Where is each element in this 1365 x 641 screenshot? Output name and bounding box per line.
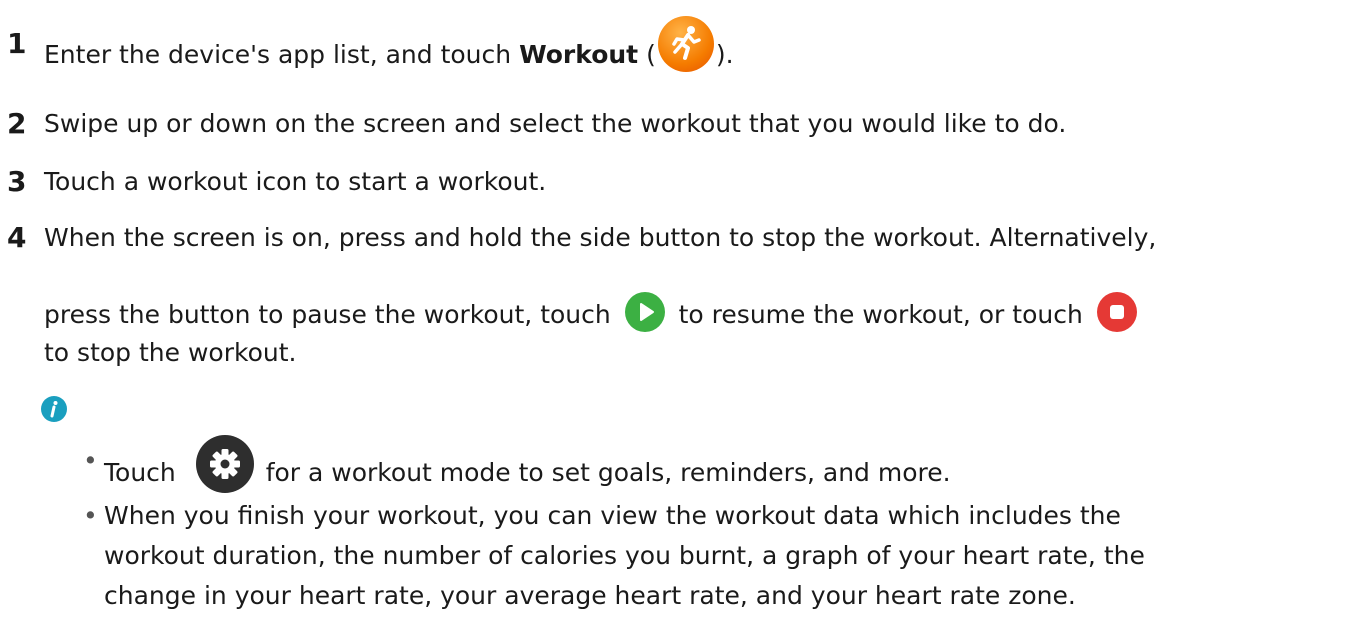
play-icon bbox=[624, 292, 665, 332]
step-number: 4 bbox=[7, 221, 27, 254]
step-number: 2 bbox=[7, 107, 27, 140]
step-text: Enter the device's app list, and touch W… bbox=[44, 16, 734, 84]
step-number: 3 bbox=[7, 165, 27, 198]
note-bullet-1: • Touch for a workout mode to set goals,… bbox=[83, 435, 951, 503]
step-text: Touch a workout icon to start a workout. bbox=[44, 167, 547, 196]
step-text-line-3: to stop the workout. bbox=[44, 338, 297, 367]
note-bullet-2-line-1: When you finish your workout, you can vi… bbox=[104, 501, 1121, 530]
workout-app-name: Workout bbox=[519, 40, 639, 69]
note-bullet-2: • When you finish your workout, you can … bbox=[83, 500, 1121, 532]
step-text-line-2: press the button to pause the workout, t… bbox=[44, 292, 1137, 336]
step-4-text-b: to resume the workout, or touch bbox=[670, 300, 1091, 329]
note-bullet-2-line-3-text: change in your heart rate, your average … bbox=[104, 581, 1076, 610]
running-person-icon bbox=[657, 16, 714, 72]
step-4-text-a: press the button to pause the workout, t… bbox=[44, 300, 619, 329]
note-bullet-2-line-3: change in your heart rate, your average … bbox=[104, 580, 1076, 612]
step-text: Swipe up or down on the screen and selec… bbox=[44, 109, 1067, 138]
step-number: 1 bbox=[7, 27, 27, 60]
step-1-paren-close: ). bbox=[715, 40, 734, 69]
step-1-text-before: Enter the device's app list, and touch bbox=[44, 40, 520, 69]
note-bullet-2-line-2-text: workout duration, the number of calories… bbox=[104, 541, 1145, 570]
step-text-line-1: When the screen is on, press and hold th… bbox=[44, 223, 1157, 252]
note-bullet-1-text-b: for a workout mode to set goals, reminde… bbox=[265, 458, 951, 487]
note-bullet-2-line-2: workout duration, the number of calories… bbox=[104, 540, 1145, 572]
step-1-paren-open: ( bbox=[638, 40, 656, 69]
stop-icon bbox=[1096, 292, 1137, 332]
gear-icon bbox=[195, 435, 254, 493]
bullet-dot: • bbox=[83, 501, 98, 530]
bullet-dot: • bbox=[83, 446, 98, 475]
note-bullet-1-text-a: Touch bbox=[104, 458, 184, 487]
info-icon bbox=[41, 396, 67, 422]
